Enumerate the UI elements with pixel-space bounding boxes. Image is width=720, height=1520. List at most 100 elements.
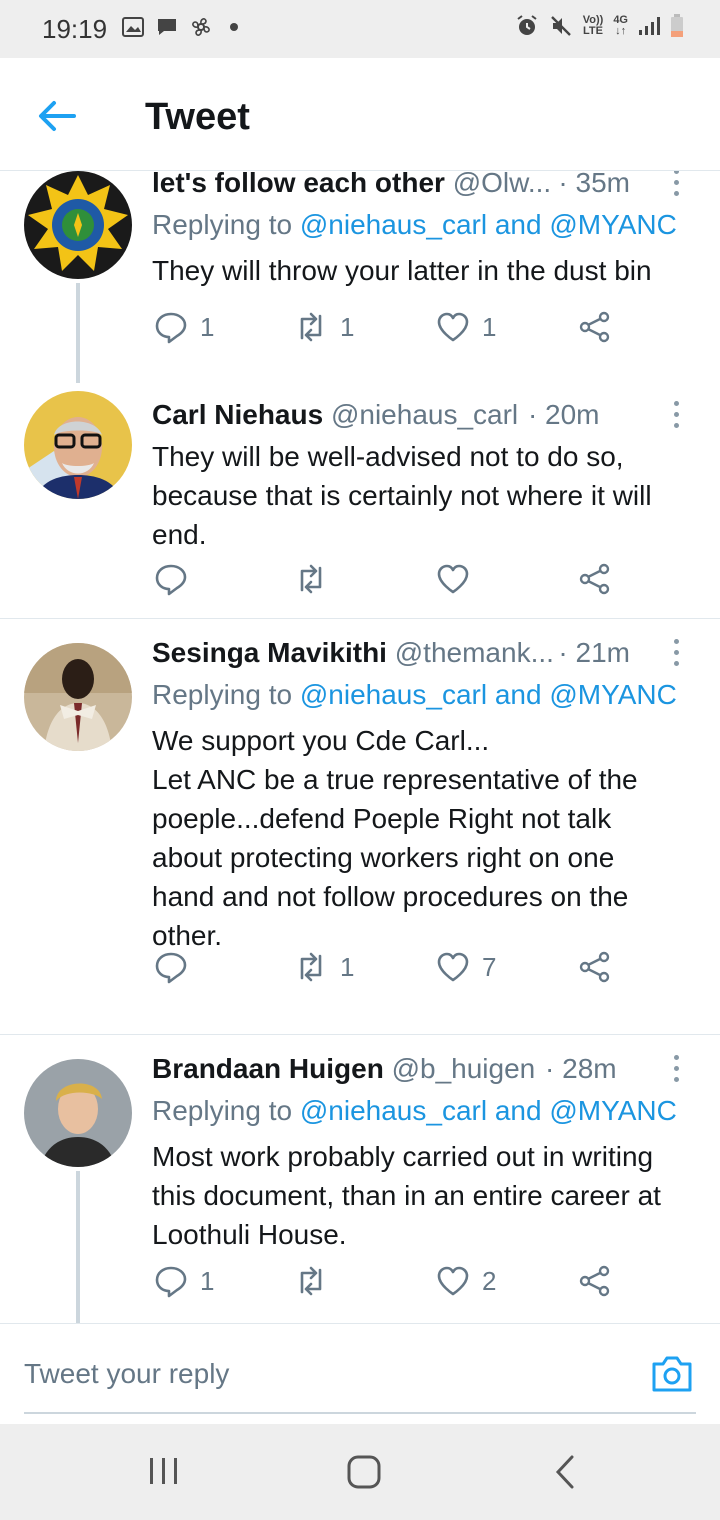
share-icon xyxy=(579,311,610,343)
recent-apps-icon[interactable] xyxy=(148,1456,180,1486)
tweet-item[interactable]: Sesinga Mavikithi @themank... · 21m Repl… xyxy=(0,619,720,1033)
tweet-text: Most work probably carried out in writin… xyxy=(152,1141,661,1250)
replying-to: Replying to @niehaus_carl and @MYANC xyxy=(152,209,677,241)
mention-and: and xyxy=(487,1095,550,1126)
author-name[interactable]: Brandaan Huigen xyxy=(152,1053,384,1084)
reply-button[interactable]: 1 xyxy=(154,1261,214,1301)
reply-button[interactable]: 1 xyxy=(154,307,214,347)
author-name[interactable]: Carl Niehaus xyxy=(152,399,323,430)
tweet-time: · 21m xyxy=(558,637,630,668)
share-button[interactable] xyxy=(578,559,612,599)
replying-label: Replying to xyxy=(152,1095,300,1126)
retweet-button[interactable] xyxy=(294,559,340,599)
mention-and: and xyxy=(487,209,550,240)
profile-photo xyxy=(24,643,132,751)
more-options-icon[interactable] xyxy=(674,1055,680,1085)
home-icon[interactable] xyxy=(346,1454,382,1490)
author-name[interactable]: Sesinga Mavikithi xyxy=(152,637,387,668)
reply-icon xyxy=(155,312,187,344)
mute-icon xyxy=(550,16,571,36)
tweet-actions: 1 7 xyxy=(152,947,622,987)
mention-link[interactable]: @niehaus_carl xyxy=(300,679,487,710)
tweet-actions: 1 1 1 xyxy=(152,307,622,347)
4g-icon: 4G ↓↑ xyxy=(613,14,628,37)
reply-composer: Tweet your reply xyxy=(0,1323,720,1424)
mention-link[interactable]: @MYANC xyxy=(549,1095,676,1126)
author-handle[interactable]: @Olw... xyxy=(453,171,551,198)
status-bar: 19:19 Vo)) LTE 4G ↓↑ xyxy=(0,0,720,58)
replying-to: Replying to @niehaus_carl and @MYANC xyxy=(152,1095,677,1127)
like-button[interactable]: 7 xyxy=(436,947,496,987)
reply-input[interactable]: Tweet your reply xyxy=(24,1358,229,1390)
tweet-item[interactable]: Carl Niehaus @niehaus_carl · 20m They wi… xyxy=(0,383,720,619)
retweet-button[interactable]: 1 xyxy=(294,947,354,987)
tweet-text: We support you Cde Carl... Let ANC be a … xyxy=(152,725,638,951)
reply-underline xyxy=(24,1412,696,1414)
reply-icon xyxy=(155,1266,187,1298)
avatar[interactable] xyxy=(24,1059,132,1167)
like-button[interactable] xyxy=(436,559,482,599)
tweet-header: let's follow each other @Olw... · 35m xyxy=(152,171,700,207)
author-name[interactable]: let's follow each other xyxy=(152,171,445,198)
reply-icon xyxy=(155,564,187,596)
system-nav-bar xyxy=(0,1424,720,1520)
tweet-item[interactable]: let's follow each other @Olw... · 35m Re… xyxy=(0,171,720,383)
tweet-time: · 35m xyxy=(558,171,630,198)
tweet-item[interactable]: Brandaan Huigen @b_huigen · 28m Replying… xyxy=(0,1035,720,1323)
mention-link[interactable]: @MYANC xyxy=(549,679,676,710)
reply-button[interactable] xyxy=(154,559,200,599)
dot-icon xyxy=(230,23,238,31)
retweet-button[interactable]: 1 xyxy=(294,307,354,347)
replying-label: Replying to xyxy=(152,209,300,240)
tweet-time: · 20m xyxy=(527,399,600,430)
status-time: 19:19 xyxy=(42,14,108,44)
avatar[interactable] xyxy=(24,643,132,751)
thread-line xyxy=(76,283,80,383)
signal-icon xyxy=(639,17,660,35)
retweet-button[interactable] xyxy=(294,1261,340,1301)
share-icon xyxy=(579,951,610,983)
reply-count: 1 xyxy=(200,311,215,342)
avatar[interactable] xyxy=(24,171,132,279)
back-icon[interactable] xyxy=(552,1454,578,1490)
tweet-text: They will be well-advised not to do so, … xyxy=(152,441,652,550)
like-button[interactable]: 1 xyxy=(436,307,496,347)
heart-icon xyxy=(437,1266,469,1296)
author-handle[interactable]: @niehaus_carl xyxy=(331,399,518,430)
tweet-header: Sesinga Mavikithi @themank... · 21m xyxy=(152,637,700,677)
retweet-icon xyxy=(300,312,322,342)
camera-icon[interactable] xyxy=(650,1354,694,1394)
share-icon xyxy=(579,1265,610,1297)
retweet-count: 1 xyxy=(340,951,355,982)
volte-icon: Vo)) LTE xyxy=(582,14,604,37)
reply-icon xyxy=(155,952,187,984)
mention-link[interactable]: @niehaus_carl xyxy=(300,1095,487,1126)
reply-count: 1 xyxy=(200,1265,215,1296)
heart-icon xyxy=(437,952,469,982)
tweet-time: · 28m xyxy=(545,1053,617,1084)
share-button[interactable] xyxy=(578,307,612,347)
reply-button[interactable] xyxy=(154,947,200,987)
heart-icon xyxy=(437,312,469,342)
retweet-icon xyxy=(300,952,322,982)
more-options-icon[interactable] xyxy=(674,171,680,199)
share-button[interactable] xyxy=(578,1261,612,1301)
replies-feed[interactable]: let's follow each other @Olw... · 35m Re… xyxy=(0,171,720,1323)
fan-icon xyxy=(192,18,210,36)
author-handle[interactable]: @themank... xyxy=(395,637,554,668)
mention-link[interactable]: @niehaus_carl xyxy=(300,209,487,240)
back-arrow-icon[interactable] xyxy=(34,94,78,138)
share-icon xyxy=(579,563,610,595)
like-button[interactable]: 2 xyxy=(436,1261,496,1301)
avatar[interactable] xyxy=(24,391,132,499)
alarm-icon xyxy=(517,15,537,35)
heart-icon xyxy=(437,564,469,594)
tweet-actions xyxy=(152,559,622,599)
more-options-icon[interactable] xyxy=(674,639,680,669)
retweet-icon xyxy=(300,1266,322,1296)
author-handle[interactable]: @b_huigen xyxy=(392,1053,536,1084)
share-button[interactable] xyxy=(578,947,612,987)
more-options-icon[interactable] xyxy=(674,401,680,431)
police-badge-icon xyxy=(24,171,132,279)
mention-link[interactable]: @MYANC xyxy=(549,209,676,240)
